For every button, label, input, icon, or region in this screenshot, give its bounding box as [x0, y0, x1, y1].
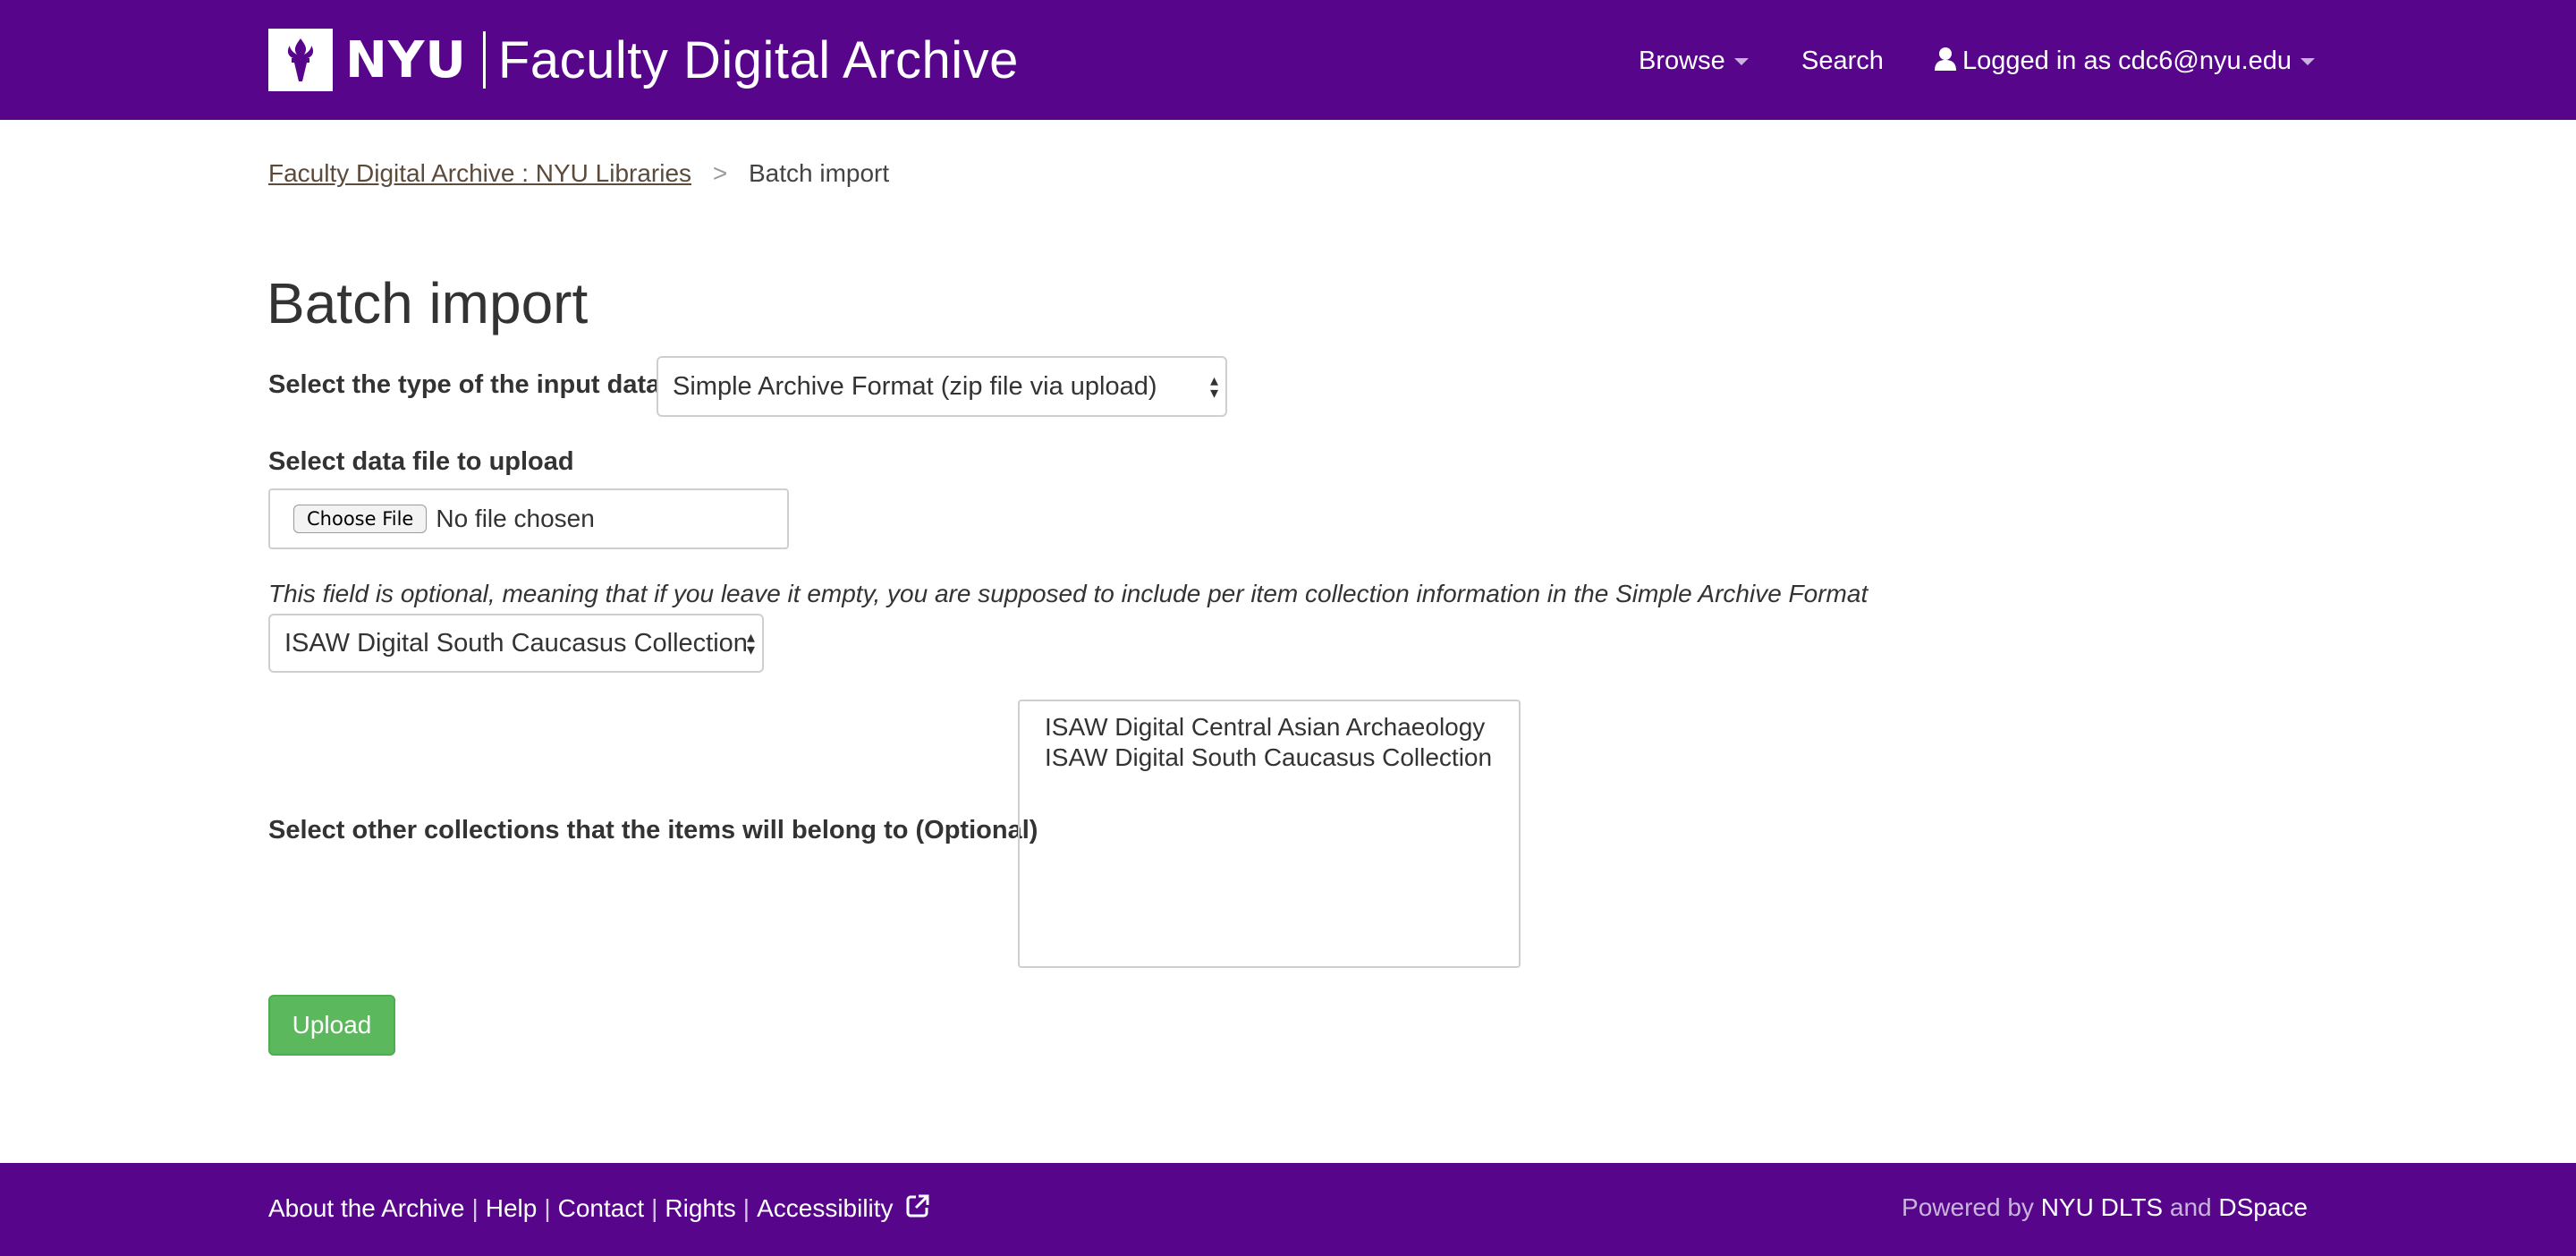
footer-separator: |	[544, 1194, 551, 1222]
footer-separator: |	[471, 1194, 479, 1222]
footer: About the Archive | Help | Contact | Rights | Ac…	[0, 1163, 2576, 1256]
upload-button[interactable]: Upload	[268, 995, 395, 1056]
footer-link-accessibility[interactable]: Accessibility	[757, 1194, 930, 1222]
user-icon	[1934, 47, 1957, 79]
input-type-select[interactable]: Simple Archive Format (zip file via uplo…	[657, 356, 1227, 417]
powered-prefix: Powered by	[1902, 1193, 2034, 1221]
other-collections-listbox[interactable]: ISAW Digital Central Asian Archaeology I…	[1018, 700, 1521, 968]
caret-down-icon	[2301, 58, 2316, 66]
external-link-icon	[905, 1193, 930, 1225]
breadcrumb-current: Batch import	[748, 159, 890, 187]
optional-help-text: This field is optional, meaning that if …	[268, 580, 1868, 607]
nav-links: Browse Search Logged in as cdc6@nyu.edu	[0, 47, 2576, 82]
breadcrumb: Faculty Digital Archive : NYU Libraries …	[268, 159, 889, 188]
footer-separator: |	[651, 1194, 658, 1222]
other-collections-label: Select other collections that the items …	[268, 816, 1038, 844]
collection-option[interactable]: ISAW Digital Central Asian Archaeology	[1045, 712, 1519, 743]
breadcrumb-separator: >	[712, 159, 728, 187]
footer-link-about[interactable]: About the Archive	[268, 1194, 464, 1222]
choose-file-button[interactable]: Choose File	[293, 505, 428, 533]
browse-label: Browse	[1639, 47, 1725, 75]
dspace-link[interactable]: DSpace	[2218, 1193, 2308, 1221]
browse-menu[interactable]: Browse	[1639, 47, 1749, 76]
footer-separator: |	[742, 1194, 750, 1222]
select-arrows-icon: ▴ ▾	[1209, 371, 1218, 402]
collection-value: ISAW Digital South Caucasus Collection	[284, 628, 748, 658]
powered-by: Powered by NYU DLTS and DSpace	[1902, 1193, 2308, 1222]
footer-links: About the Archive | Help | Contact | Rights | Ac…	[268, 1193, 930, 1225]
footer-link-help[interactable]: Help	[486, 1194, 538, 1222]
file-status-text: No file chosen	[436, 505, 595, 532]
caret-down-icon	[1733, 58, 1749, 66]
search-link[interactable]: Search	[1801, 47, 1884, 76]
file-upload-field: Choose File No file chosen	[268, 488, 789, 549]
footer-link-contact[interactable]: Contact	[558, 1194, 645, 1222]
user-menu[interactable]: Logged in as cdc6@nyu.edu	[1934, 47, 2316, 79]
select-arrows-icon: ▴ ▾	[746, 628, 755, 658]
user-label: Logged in as cdc6@nyu.edu	[1962, 47, 2292, 75]
powered-and: and	[2169, 1193, 2212, 1221]
collection-option[interactable]: ISAW Digital South Caucasus Collection	[1045, 743, 1519, 773]
page-title: Batch import	[267, 271, 589, 335]
accessibility-label: Accessibility	[757, 1194, 894, 1222]
footer-link-rights[interactable]: Rights	[665, 1194, 735, 1222]
collection-select[interactable]: ISAW Digital South Caucasus Collection ▴…	[268, 614, 764, 673]
input-type-label: Select the type of the input data	[268, 370, 661, 399]
input-type-value: Simple Archive Format (zip file via uplo…	[673, 371, 1157, 401]
nyu-dlts-link[interactable]: NYU DLTS	[2041, 1193, 2163, 1221]
breadcrumb-home-link[interactable]: Faculty Digital Archive : NYU Libraries	[268, 159, 691, 187]
top-navbar: NYU Faculty Digital Archive Browse Searc…	[0, 0, 2576, 120]
file-upload-label: Select data file to upload	[268, 447, 574, 476]
